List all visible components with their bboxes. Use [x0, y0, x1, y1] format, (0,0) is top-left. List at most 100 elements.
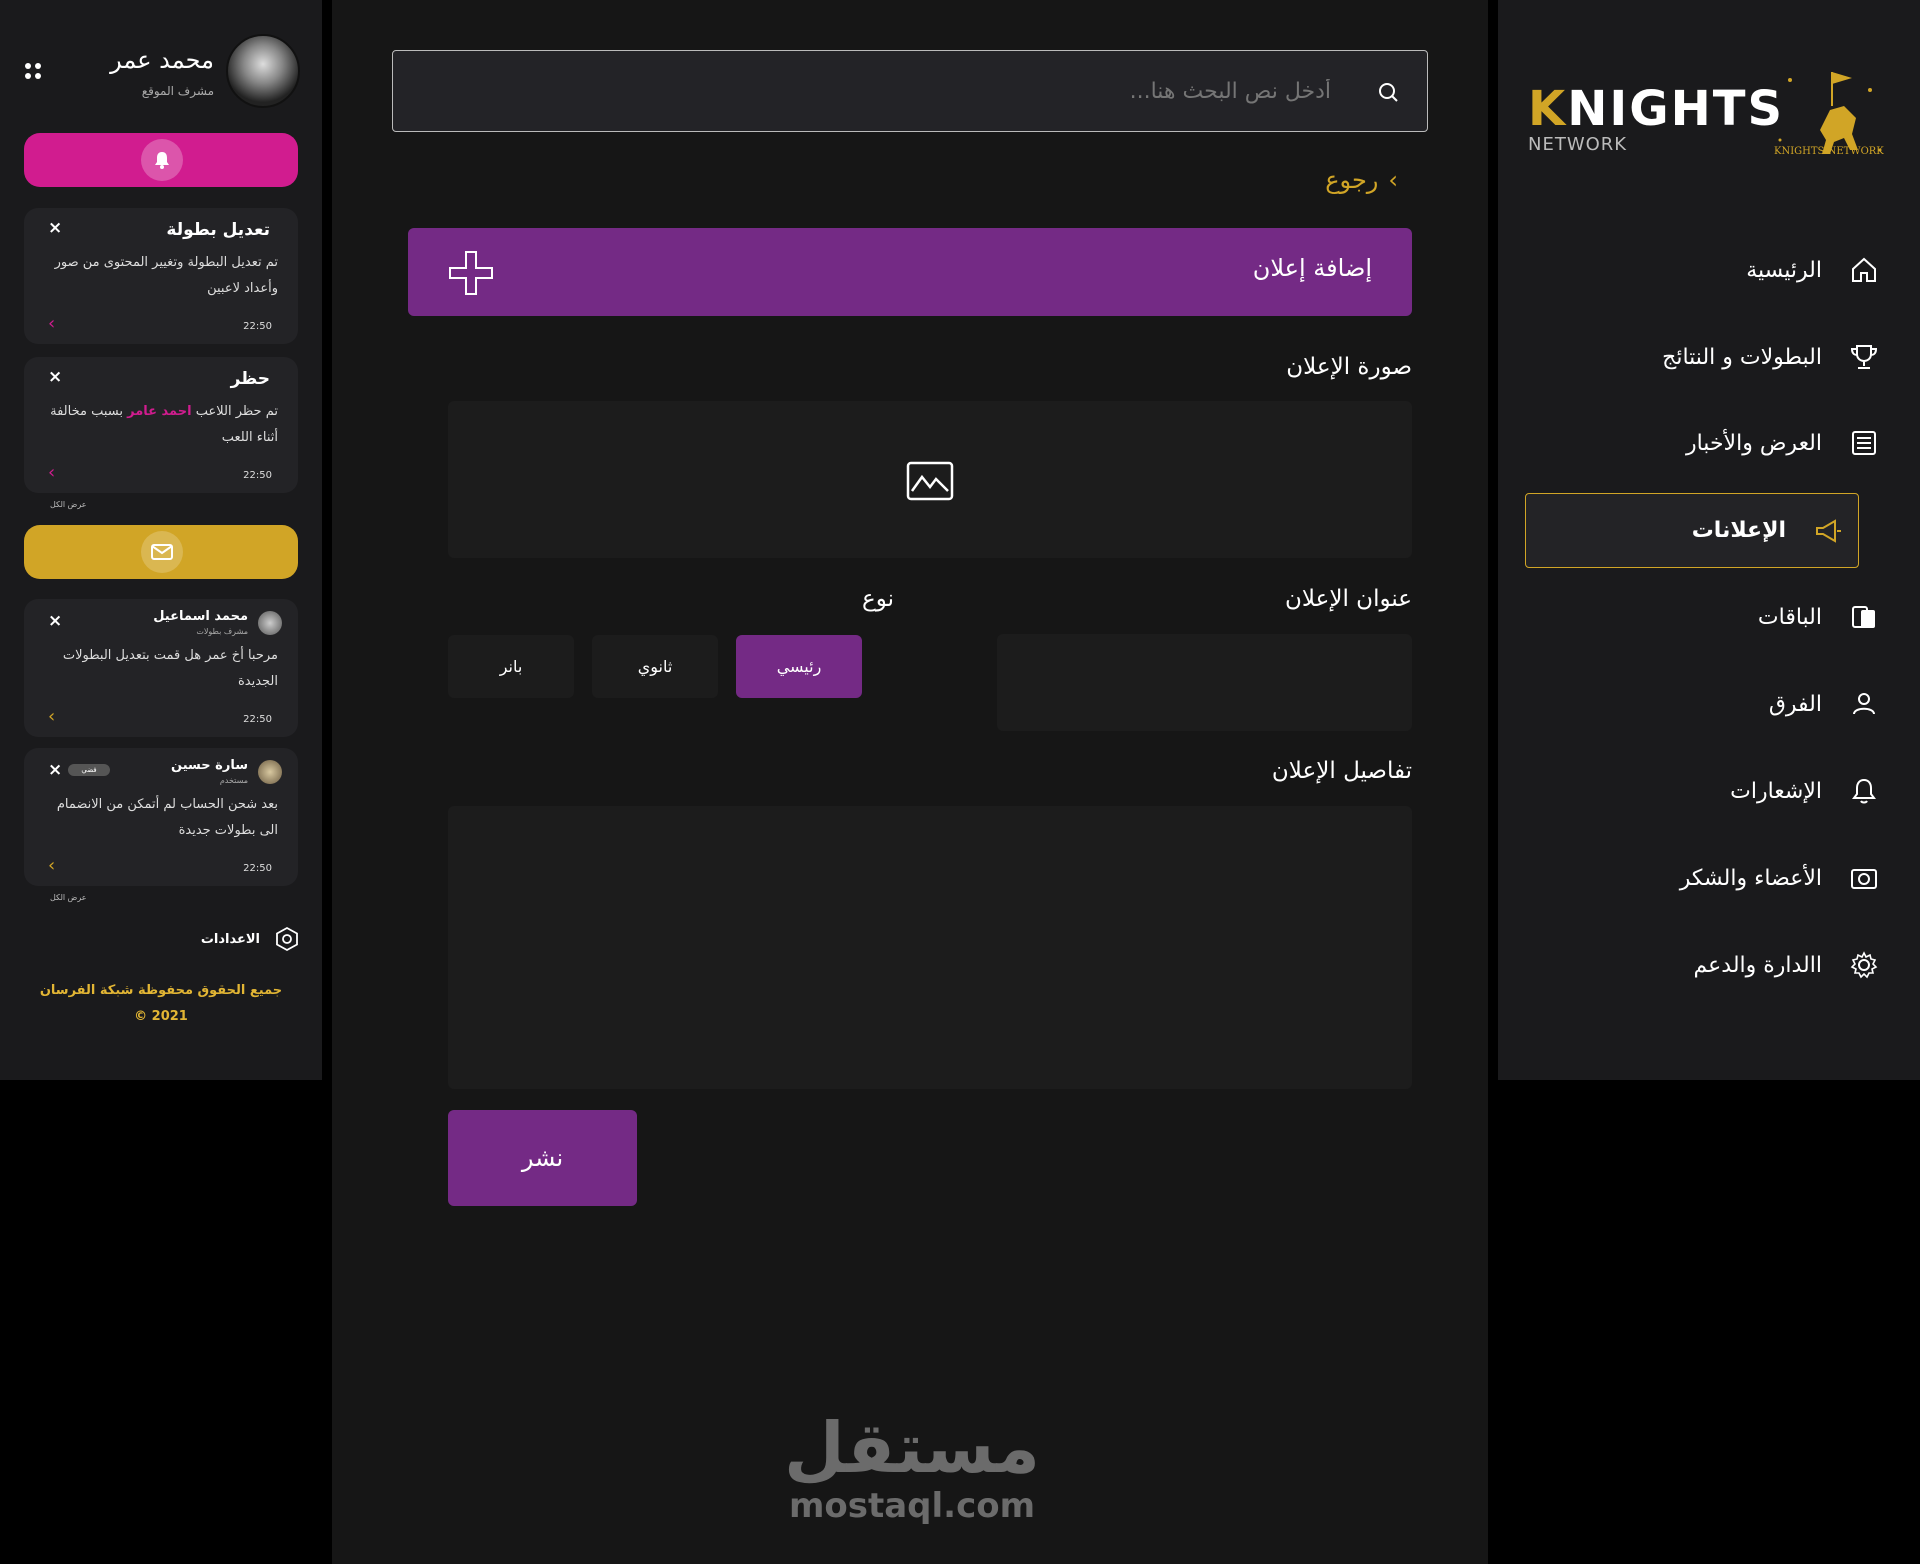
- copyright-year: © 2021: [134, 1009, 188, 1024]
- title-input[interactable]: [997, 634, 1412, 731]
- sender-role: مشرف بطولات: [196, 627, 248, 636]
- watermark-latin: mostaql.com: [788, 1486, 1036, 1526]
- image-icon: [906, 461, 954, 501]
- bell-icon: [1848, 775, 1880, 807]
- notification-card[interactable]: حظر × تم حظر اللاعب احمد عامر بسبب مخالف…: [24, 357, 298, 493]
- nav-members[interactable]: الأعضاء والشكر: [1560, 842, 1880, 914]
- title-label: عنوان الإعلان: [1285, 586, 1412, 612]
- notification-title: حظر: [230, 369, 270, 389]
- close-icon[interactable]: ×: [48, 611, 62, 631]
- sender-name: محمد اسماعيل: [153, 609, 248, 624]
- main-content: › رجوع إضافة إعلان صورة الإعلان عنوان ال…: [332, 0, 1488, 1564]
- show-all-link[interactable]: عرض الكل: [50, 893, 87, 902]
- nav-label: الباقات: [1757, 604, 1822, 630]
- apps-grid-icon[interactable]: [24, 62, 42, 80]
- user-name: محمد عمر: [110, 46, 214, 74]
- settings-hex-icon: [274, 926, 300, 952]
- user-tier-badge: فضي: [68, 764, 110, 776]
- mail-icon: [141, 531, 183, 573]
- trophy-icon: [1848, 341, 1880, 373]
- nav-label: البطولات و النتائج: [1662, 344, 1822, 370]
- image-upload-area[interactable]: [448, 401, 1412, 558]
- settings-link[interactable]: الاعدادات: [190, 924, 300, 954]
- cards-icon: [1848, 601, 1880, 633]
- type-label: نوع: [861, 586, 894, 612]
- nav-tournaments[interactable]: البطولات و النتائج: [1560, 321, 1880, 393]
- notification-body: تم تعديل البطولة وتغيير المحتوى من صور و…: [54, 255, 278, 296]
- message-card[interactable]: سارة حسين مستخدم فضي × بعد شحن الحساب لم…: [24, 748, 298, 886]
- members-icon: [1848, 862, 1880, 894]
- notifications-panel: محمد عمر مشرف الموقع تعديل بطولة × تم تع…: [0, 0, 322, 1080]
- publish-button[interactable]: نشر: [448, 1110, 637, 1206]
- message-time: 22:50: [243, 863, 272, 874]
- avatar[interactable]: [226, 34, 300, 108]
- notification-title: تعديل بطولة: [166, 220, 270, 240]
- message-card[interactable]: محمد اسماعيل مشرف بطولات × مرحبا أخ عمر …: [24, 599, 298, 737]
- type-option-banner[interactable]: بانر: [448, 635, 574, 698]
- megaphone-icon: [1812, 515, 1844, 547]
- chevron-left-icon[interactable]: ‹: [48, 313, 55, 334]
- close-icon[interactable]: ×: [48, 367, 62, 387]
- messages-header[interactable]: [24, 525, 298, 579]
- nav-home[interactable]: الرئيسية: [1560, 234, 1880, 306]
- user-role: مشرف الموقع: [141, 84, 214, 98]
- notification-body-text: تم حظر اللاعب: [191, 404, 278, 419]
- chevron-left-icon[interactable]: ‹: [48, 706, 55, 727]
- copyright-line: جميع الحقوق محفوظة شبكة الفرسان: [39, 983, 283, 998]
- brand-sub: NETWORK: [1528, 134, 1628, 155]
- brand-initial: K: [1528, 81, 1568, 137]
- copyright: جميع الحقوق محفوظة شبكة الفرسان © 2021: [0, 978, 322, 1030]
- back-label: رجوع: [1325, 166, 1379, 194]
- highlighted-player[interactable]: احمد عامر: [127, 404, 191, 419]
- newspaper-icon: [1848, 427, 1880, 459]
- nav-label: العرض والأخبار: [1685, 430, 1822, 456]
- type-option-main[interactable]: رئيسي: [736, 635, 862, 698]
- nav-teams[interactable]: الفرق: [1560, 668, 1880, 740]
- bell-icon: [141, 139, 183, 181]
- close-icon[interactable]: ×: [48, 218, 62, 238]
- sidebar: KNIGHTS NETWORK KNIGHTS NETWORK الرئيسية…: [1498, 0, 1920, 1080]
- nav-label: الإعلانات: [1691, 518, 1786, 543]
- close-icon[interactable]: ×: [48, 760, 62, 780]
- chevron-right-icon: ›: [1388, 166, 1398, 194]
- details-textarea[interactable]: [448, 806, 1412, 1089]
- notifications-header[interactable]: [24, 133, 298, 187]
- notification-time: 22:50: [243, 321, 272, 332]
- back-link[interactable]: › رجوع: [1325, 166, 1398, 194]
- nav-notifications[interactable]: الإشعارات: [1560, 755, 1880, 827]
- emblem-text: KNIGHTS NETWORK: [1774, 146, 1884, 157]
- search-bar[interactable]: [392, 50, 1428, 132]
- nav-ads[interactable]: الإعلانات: [1525, 493, 1859, 568]
- notification-card[interactable]: تعديل بطولة × تم تعديل البطولة وتغيير ال…: [24, 208, 298, 344]
- type-option-secondary[interactable]: ثانوي: [592, 635, 718, 698]
- nav-label: الإشعارات: [1730, 778, 1822, 804]
- nav-label: الأعضاء والشكر: [1679, 865, 1822, 891]
- page-header: إضافة إعلان: [408, 228, 1412, 316]
- nav-label: الفرق: [1768, 691, 1822, 717]
- search-input[interactable]: [413, 69, 1333, 113]
- watermark-arabic: مستقل: [783, 1407, 1040, 1489]
- page-title: إضافة إعلان: [1252, 254, 1372, 282]
- brand-logo[interactable]: KNIGHTS NETWORK: [1528, 84, 1784, 155]
- show-all-link[interactable]: عرض الكل: [50, 500, 87, 509]
- sender-role: مستخدم: [219, 776, 248, 785]
- nav-packages[interactable]: الباقات: [1560, 581, 1880, 653]
- watermark: مستقل mostaql.com: [732, 1410, 1092, 1526]
- chevron-left-icon[interactable]: ‹: [48, 462, 55, 483]
- search-icon[interactable]: [1377, 81, 1399, 103]
- gear-icon: [1848, 949, 1880, 981]
- sender-name: سارة حسين: [171, 758, 248, 773]
- message-time: 22:50: [243, 714, 272, 725]
- brand-rest: NIGHTS: [1567, 81, 1785, 137]
- notification-time: 22:50: [243, 470, 272, 481]
- message-body: بعد شحن الحساب لم أتمكن من الانضمام الى …: [56, 797, 278, 838]
- sender-avatar: [258, 760, 282, 784]
- nav-label: االدارة والدعم: [1693, 952, 1823, 978]
- sender-avatar: [258, 611, 282, 635]
- nav-label: الرئيسية: [1746, 257, 1822, 283]
- nav-admin-support[interactable]: االدارة والدعم: [1560, 929, 1880, 1001]
- chevron-left-icon[interactable]: ‹: [48, 855, 55, 876]
- nav-news[interactable]: العرض والأخبار: [1560, 407, 1880, 479]
- team-icon: [1848, 688, 1880, 720]
- add-icon[interactable]: [448, 250, 494, 296]
